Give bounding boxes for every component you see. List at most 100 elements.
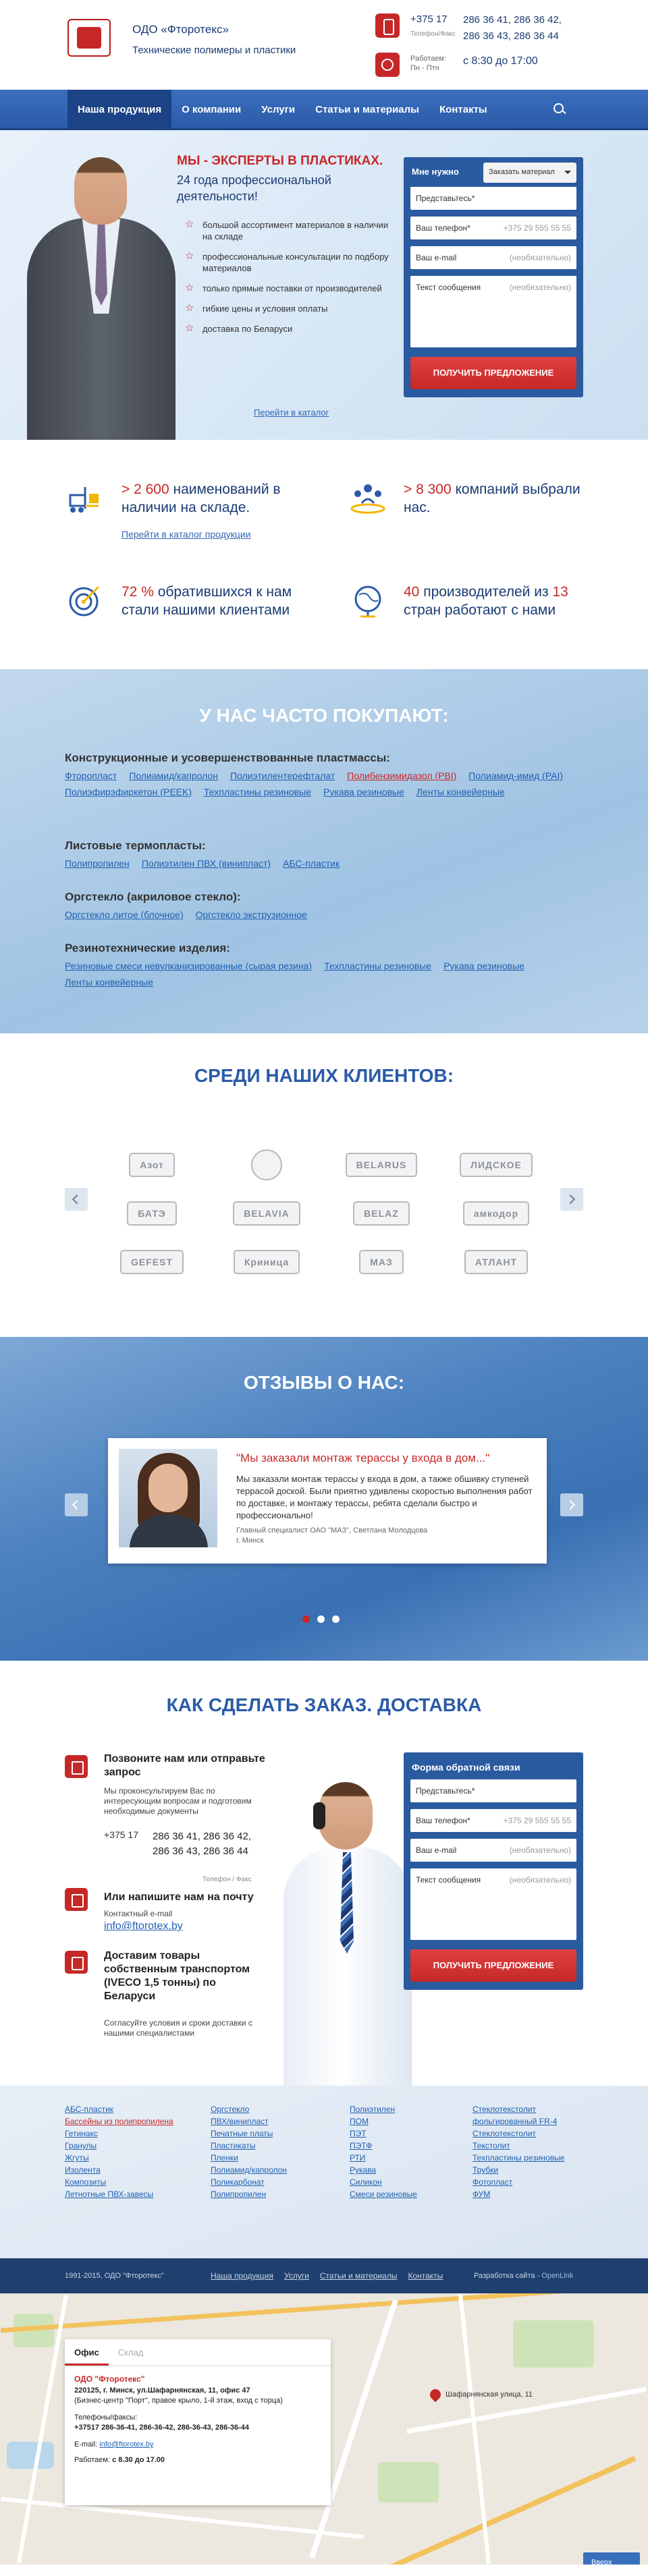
bottom-nav-link[interactable]: Наша продукция — [211, 2271, 273, 2281]
footer-link[interactable]: Композиты — [65, 2176, 180, 2188]
footer-link[interactable]: фольгированный FR-4 — [473, 2115, 587, 2127]
category-link[interactable]: Техпластины резиновые — [324, 961, 431, 971]
footer-link[interactable]: Пленки — [211, 2152, 325, 2164]
catalog-link[interactable]: Перейти в каталог — [254, 407, 329, 418]
footer-link[interactable]: ПЭТ — [350, 2127, 464, 2140]
search-icon[interactable] — [552, 102, 567, 117]
category-link[interactable]: Полибензимидазол (PBI) — [347, 770, 456, 781]
nav-item-services[interactable]: Услуги — [251, 90, 305, 130]
category-link[interactable]: Рукава резиновые — [443, 961, 524, 971]
email-input[interactable]: Ваш e-mail (необязательно) — [410, 246, 576, 269]
footer-link[interactable]: Летнотные ПВХ-завесы — [65, 2188, 180, 2200]
footer-link[interactable]: Смеси резиновые — [350, 2188, 464, 2200]
category-link[interactable]: Резиновые смеси невулканизированные (сыр… — [65, 961, 312, 971]
footer-link[interactable]: Текстолит — [473, 2140, 587, 2152]
tab-office[interactable]: Офис — [65, 2339, 109, 2366]
category-link[interactable]: Оргстекло литое (блочное) — [65, 909, 184, 920]
slider-dot[interactable] — [317, 1615, 325, 1623]
category-link[interactable]: Полиэфирэфиркетон (PEEK) — [65, 786, 192, 797]
footer-link[interactable]: ФУМ — [473, 2188, 587, 2200]
name-input[interactable]: Представьтесь* — [410, 1779, 576, 1802]
footer-link[interactable]: ПВХ/винипласт — [211, 2115, 325, 2127]
submit-button[interactable]: ПОЛУЧИТЬ ПРЕДЛОЖЕНИЕ — [410, 1949, 576, 1982]
category-link[interactable]: Ленты конвейерные — [65, 977, 153, 988]
header-phones: 286 36 41, 286 36 42, 286 36 43, 286 36 … — [463, 12, 598, 45]
footer-link[interactable]: Жгуты — [65, 2152, 180, 2164]
footer-link[interactable]: Трубки — [473, 2164, 587, 2176]
map-pin-icon[interactable] — [427, 2386, 443, 2403]
nav-item-contacts[interactable]: Контакты — [429, 90, 497, 130]
footer-link[interactable]: Полиамид/капролон — [211, 2164, 325, 2176]
nav-item-about[interactable]: О компании — [171, 90, 251, 130]
header-phone-line[interactable]: 286 36 41, 286 36 42, — [463, 12, 598, 28]
footer-link[interactable]: Оргстекло — [211, 2103, 325, 2115]
slider-dot[interactable] — [302, 1615, 310, 1623]
category-link[interactable]: АБС-пластик — [283, 858, 340, 869]
footer-link[interactable]: Полипропилен — [211, 2188, 325, 2200]
phone-input[interactable]: Ваш телефон* +375 29 555 55 55 — [410, 1809, 576, 1832]
footer-link[interactable]: Пластикаты — [211, 2140, 325, 2152]
chevron-right-icon[interactable] — [560, 1188, 583, 1211]
category-link[interactable]: Полиэтилентерефталат — [230, 770, 335, 781]
footer-link[interactable]: ПОМ — [350, 2115, 464, 2127]
company-logo-icon[interactable] — [68, 19, 111, 57]
category-link[interactable]: Полиэтилен ПВХ (винипласт) — [142, 858, 271, 869]
footer-link[interactable]: Техпластины резиновые — [473, 2152, 587, 2164]
footer-link[interactable]: Гетинакс — [65, 2127, 180, 2140]
hero-subtitle: 24 года профессиональной деятельности! — [177, 173, 331, 203]
chevron-right-icon[interactable] — [560, 1493, 583, 1516]
submit-button[interactable]: ПОЛУЧИТЬ ПРЕДЛОЖЕНИЕ — [410, 357, 576, 389]
footer-link[interactable]: Изолента — [65, 2164, 180, 2176]
footer-link[interactable]: Бассейны из полипропилена — [65, 2115, 180, 2127]
category-link[interactable]: Фторопласт — [65, 770, 117, 781]
tab-warehouse[interactable]: Склад — [109, 2339, 153, 2366]
order-phone-line[interactable]: 286 36 41, 286 36 42, — [153, 1829, 274, 1844]
footer-link[interactable]: Стеклотекстолит — [473, 2103, 587, 2115]
email-input[interactable]: Ваш e-mail (необязательно) — [410, 1839, 576, 1862]
footer-link[interactable]: АБС-пластик — [65, 2103, 180, 2115]
footer-link[interactable]: Гранулы — [65, 2140, 180, 2152]
bottom-nav-link[interactable]: Услуги — [284, 2271, 309, 2281]
category-link[interactable]: Ленты конвейерные — [416, 786, 505, 797]
header-phone-line[interactable]: 286 36 43, 286 36 44 — [463, 28, 598, 45]
footer-link[interactable]: ПЭТФ — [350, 2140, 464, 2152]
category-group: Листовые термопласты: Полипропилен Полиэ… — [65, 839, 591, 869]
footer-link[interactable]: Стеклотекстолит — [473, 2127, 587, 2140]
chevron-left-icon[interactable] — [65, 1188, 88, 1211]
category-link[interactable]: Рукава резиновые — [323, 786, 404, 797]
category-link[interactable]: Полипропилен — [65, 858, 130, 869]
category-link[interactable]: Полиамид/капролон — [129, 770, 218, 781]
bottom-nav-link[interactable]: Статьи и материалы — [320, 2271, 398, 2281]
developer-link[interactable]: OpenLink — [541, 2272, 573, 2280]
email-link[interactable]: info@ftorotex.by — [104, 1920, 183, 1933]
nav-item-products[interactable]: Наша продукция — [68, 90, 172, 130]
chevron-left-icon[interactable] — [65, 1493, 88, 1516]
footer-link[interactable]: Поликарбонат — [211, 2176, 325, 2188]
scroll-top-button[interactable]: Вверх — [583, 2552, 640, 2565]
message-textarea[interactable]: Текст сообщения (необязательно) — [410, 276, 576, 347]
order-phones: 286 36 41, 286 36 42, 286 36 43, 286 36 … — [153, 1829, 274, 1859]
category-link[interactable]: Оргстекло экструзионное — [196, 909, 307, 920]
slider-dot[interactable] — [332, 1615, 340, 1623]
email-link[interactable]: info@ftorotex.by — [99, 2440, 153, 2449]
bottom-nav-link[interactable]: Контакты — [408, 2271, 443, 2281]
name-input[interactable]: Представьтесь* — [410, 187, 576, 210]
footer-link[interactable]: Силикон — [350, 2176, 464, 2188]
map-section[interactable]: Шафарнянская улица, 11 Офис Склад ОДО "Ф… — [0, 2293, 648, 2565]
message-textarea[interactable]: Текст сообщения (необязательно) — [410, 1868, 576, 1940]
footer-link[interactable]: Фотопласт — [473, 2176, 587, 2188]
catalog-products-link[interactable]: Перейти в каталог продукции — [122, 529, 251, 540]
order-phone-line[interactable]: 286 36 43, 286 36 44 — [153, 1844, 274, 1859]
nav-item-articles[interactable]: Статьи и материалы — [305, 90, 429, 130]
category-link[interactable]: Техпластины резиновые — [204, 786, 311, 797]
category-link[interactable]: Полиамид-имид (PAI) — [468, 770, 563, 781]
reviewer-photo — [119, 1449, 217, 1547]
site-header: ОДО «Фторотекс» Технические полимеры и п… — [0, 0, 648, 90]
footer-link[interactable]: РТИ — [350, 2152, 464, 2164]
address: 220125, г. Минск, ул.Шафарнянская, 11, о… — [74, 2386, 250, 2395]
footer-link[interactable]: Печатные платы — [211, 2127, 325, 2140]
footer-link[interactable]: Полиэтилен — [350, 2103, 464, 2115]
phone-input[interactable]: Ваш телефон* +375 29 555 55 55 — [410, 217, 576, 239]
need-select[interactable]: Заказать материал — [483, 163, 576, 183]
footer-link[interactable]: Рукава — [350, 2164, 464, 2176]
